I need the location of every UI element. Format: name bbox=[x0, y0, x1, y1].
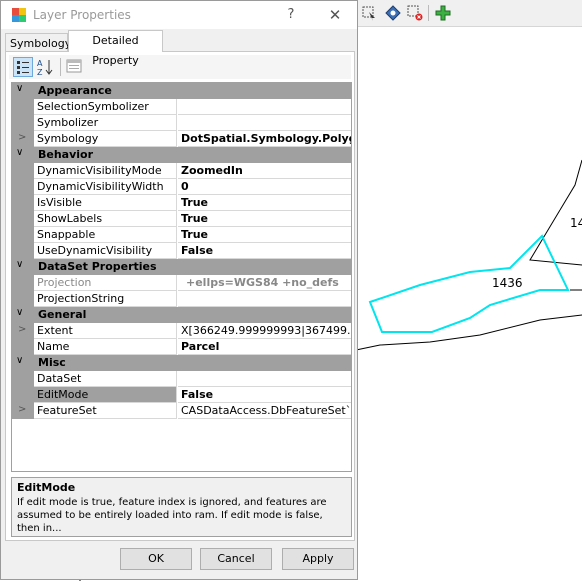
parcel-label-1436: 1436 bbox=[492, 276, 523, 290]
collapse-chevron-icon[interactable]: ∨ bbox=[16, 259, 23, 270]
property-row-name[interactable]: Name Parcel bbox=[12, 339, 351, 355]
expand-chevron-icon[interactable]: > bbox=[18, 132, 26, 143]
property-description-panel: EditMode If edit mode is true, feature i… bbox=[11, 477, 352, 537]
expand-chevron-icon[interactable]: > bbox=[18, 404, 26, 415]
property-value[interactable] bbox=[178, 291, 351, 307]
collapse-chevron-icon[interactable]: ∨ bbox=[16, 355, 23, 366]
selected-parcel-highlight bbox=[368, 234, 570, 333]
property-value[interactable]: True bbox=[178, 195, 351, 211]
property-name: SelectionSymbolizer bbox=[34, 99, 177, 115]
property-name: Name bbox=[34, 339, 177, 355]
property-value[interactable]: DotSpatial.Symbology.Polygon bbox=[178, 131, 351, 147]
description-text: If edit mode is true, feature index is i… bbox=[17, 497, 327, 534]
identify-tool-icon[interactable] bbox=[384, 4, 402, 22]
toolbar-separator bbox=[428, 5, 429, 21]
property-value[interactable]: 0 bbox=[178, 179, 351, 195]
layer-properties-icon bbox=[11, 7, 27, 23]
property-value[interactable]: ZoomedIn bbox=[178, 163, 351, 179]
category-general[interactable]: ∨ General bbox=[12, 307, 351, 323]
parcel-label-partial: 14 bbox=[570, 216, 582, 230]
property-value[interactable] bbox=[178, 371, 351, 387]
property-name: DynamicVisibilityWidth bbox=[34, 179, 177, 195]
category-behavior[interactable]: ∨ Behavior bbox=[12, 147, 351, 163]
property-value[interactable]: False bbox=[178, 387, 351, 403]
property-value[interactable]: CASDataAccess.DbFeatureSet`2[CA bbox=[178, 403, 351, 419]
category-misc[interactable]: ∨ Misc bbox=[12, 355, 351, 371]
property-row-symbology[interactable]: > Symbology DotSpatial.Symbology.Polygon bbox=[12, 131, 351, 147]
title-bar[interactable]: Layer Properties ? ✕ bbox=[1, 1, 357, 29]
property-name: FeatureSet bbox=[34, 403, 177, 419]
property-value[interactable]: X[366249.999999993|367499.99999 bbox=[178, 323, 351, 339]
property-row-dynamic-visibility-mode[interactable]: DynamicVisibilityMode ZoomedIn bbox=[12, 163, 351, 179]
property-grid-toolbar: AZ bbox=[9, 55, 351, 79]
layer-properties-dialog: Layer Properties ? ✕ Symbology Detailed … bbox=[0, 0, 358, 580]
toolbar-separator bbox=[60, 58, 61, 76]
property-name: Extent bbox=[34, 323, 177, 339]
property-name: ShowLabels bbox=[34, 211, 177, 227]
property-name: DynamicVisibilityMode bbox=[34, 163, 177, 179]
svg-text:Z: Z bbox=[37, 68, 43, 77]
property-name: UseDynamicVisibility bbox=[34, 243, 177, 259]
delete-selection-icon[interactable] bbox=[406, 4, 424, 22]
property-value[interactable]: False bbox=[178, 243, 351, 259]
categorized-view-button[interactable] bbox=[13, 57, 33, 77]
tab-detailed-property[interactable]: Detailed Property bbox=[68, 30, 163, 67]
property-name: Symbology bbox=[34, 131, 177, 147]
property-row-snappable[interactable]: Snappable True bbox=[12, 227, 351, 243]
property-name: Snappable bbox=[34, 227, 177, 243]
property-row-dynamic-visibility-width[interactable]: DynamicVisibilityWidth 0 bbox=[12, 179, 351, 195]
collapse-chevron-icon[interactable]: ∨ bbox=[16, 147, 23, 158]
property-value[interactable]: True bbox=[178, 227, 351, 243]
tab-symbology[interactable]: Symbology bbox=[5, 33, 71, 52]
map-toolbar bbox=[356, 0, 582, 27]
category-dataset-properties[interactable]: ∨ DataSet Properties bbox=[12, 259, 351, 275]
property-pages-icon bbox=[66, 59, 82, 73]
property-name: Projection bbox=[34, 275, 177, 291]
help-button[interactable]: ? bbox=[279, 4, 303, 26]
property-name: EditMode bbox=[34, 387, 177, 403]
categorized-icon bbox=[17, 61, 29, 74]
parcel-boundary-line-3 bbox=[559, 159, 582, 211]
add-icon[interactable] bbox=[434, 4, 452, 22]
property-name: Symbolizer bbox=[34, 115, 177, 131]
property-row-is-visible[interactable]: IsVisible True bbox=[12, 195, 351, 211]
category-appearance[interactable]: ∨ Appearance bbox=[12, 83, 351, 99]
property-grid: ∨ Appearance SelectionSymbolizer Symboli… bbox=[11, 82, 352, 472]
alphabetical-view-button[interactable]: AZ bbox=[35, 57, 55, 77]
cancel-button[interactable]: Cancel bbox=[200, 548, 272, 570]
property-name: DataSet bbox=[34, 371, 177, 387]
property-value[interactable]: True bbox=[178, 211, 351, 227]
property-name: IsVisible bbox=[34, 195, 177, 211]
close-button[interactable]: ✕ bbox=[323, 4, 347, 26]
collapse-chevron-icon[interactable]: ∨ bbox=[16, 307, 23, 318]
property-value[interactable] bbox=[178, 99, 351, 115]
property-row-projection[interactable]: Projection +ellps=WGS84 +no_defs bbox=[12, 275, 351, 291]
property-row-selection-symbolizer[interactable]: SelectionSymbolizer bbox=[12, 99, 351, 115]
description-title: EditMode bbox=[17, 481, 76, 494]
ok-button[interactable]: OK bbox=[120, 548, 192, 570]
property-row-use-dynamic-visibility[interactable]: UseDynamicVisibility False bbox=[12, 243, 351, 259]
property-row-symbolizer[interactable]: Symbolizer bbox=[12, 115, 351, 131]
property-value: +ellps=WGS84 +no_defs bbox=[178, 275, 351, 291]
property-row-edit-mode[interactable]: EditMode False bbox=[12, 387, 351, 403]
expand-chevron-icon[interactable]: > bbox=[18, 324, 26, 335]
property-name: ProjectionString bbox=[34, 291, 177, 307]
property-row-projection-string[interactable]: ProjectionString bbox=[12, 291, 351, 307]
property-row-feature-set[interactable]: > FeatureSet CASDataAccess.DbFeatureSet`… bbox=[12, 403, 351, 419]
property-pages-button[interactable] bbox=[65, 57, 85, 77]
property-value[interactable]: Parcel bbox=[178, 339, 351, 355]
property-row-dataset[interactable]: DataSet bbox=[12, 371, 351, 387]
svg-text:A: A bbox=[37, 59, 43, 68]
property-value[interactable] bbox=[178, 115, 351, 131]
dialog-title: Layer Properties bbox=[33, 8, 131, 22]
select-tool-icon[interactable] bbox=[360, 4, 378, 22]
collapse-chevron-icon[interactable]: ∨ bbox=[16, 83, 23, 94]
apply-button[interactable]: Apply bbox=[282, 548, 354, 570]
sort-az-icon: AZ bbox=[37, 59, 53, 77]
property-row-show-labels[interactable]: ShowLabels True bbox=[12, 211, 351, 227]
property-row-extent[interactable]: > Extent X[366249.999999993|367499.99999 bbox=[12, 323, 351, 339]
